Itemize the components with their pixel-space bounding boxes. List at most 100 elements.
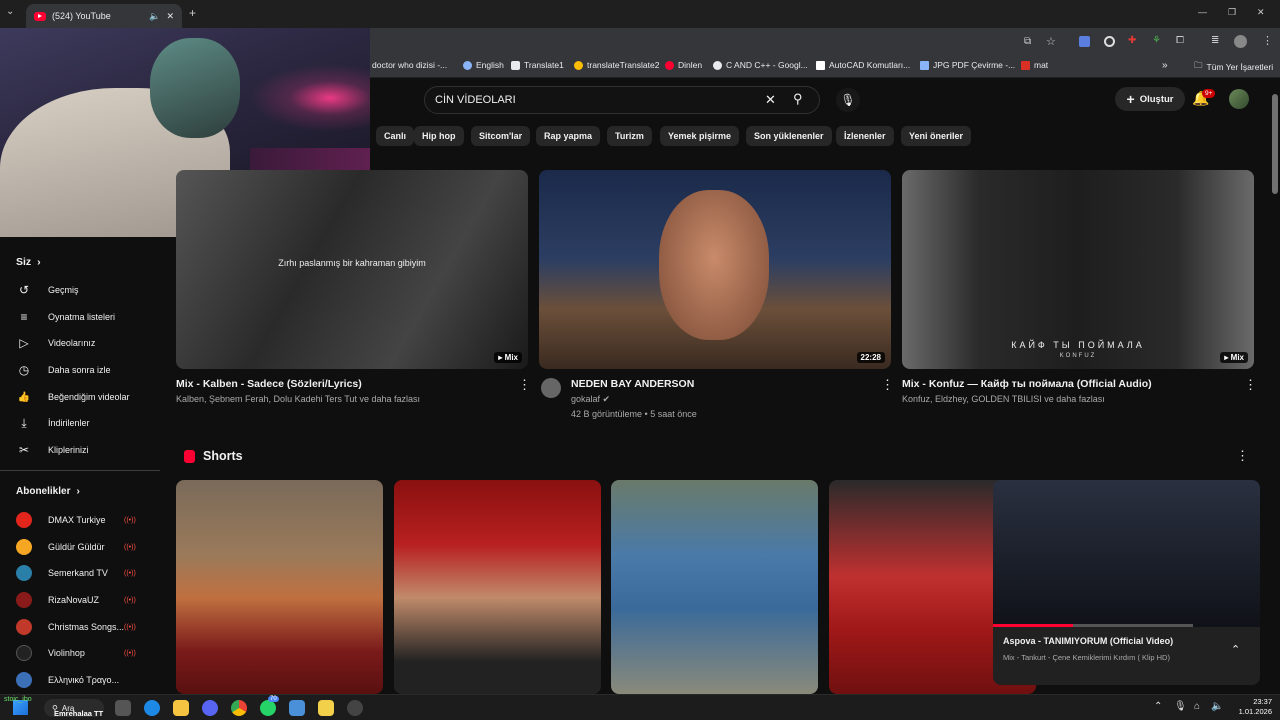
chip-live[interactable]: Canlı [376,126,415,146]
chip-cooking[interactable]: Yemek pişirme [660,126,740,146]
new-tab-button[interactable]: + [189,6,196,20]
voice-search-mic-icon[interactable]: 🎙 [836,88,860,112]
bookmarks-overflow-icon[interactable]: » [1162,60,1168,71]
channel-name[interactable]: gokalaf ✔ [571,394,610,405]
reading-list-icon[interactable]: ≣ [1211,35,1219,46]
search-icon[interactable]: ⚲ [793,91,803,107]
miniplayer-progress-track[interactable] [993,624,1193,627]
video-title[interactable]: NEDEN BAY ANDERSON [571,378,694,390]
search-input[interactable]: CİN VİDEOLARI [435,94,516,106]
chip-watched[interactable]: İzlenenler [836,126,894,146]
extensions-puzzle-icon[interactable]: ⧠ [1176,35,1184,46]
browser-menu-icon[interactable]: ⋮ [1262,34,1273,47]
short-thumbnail[interactable] [611,480,818,694]
tray-overflow-chevron-icon[interactable]: ⌃ [1154,701,1162,712]
discord-icon[interactable] [202,700,218,716]
chip-rap[interactable]: Rap yapma [536,126,601,146]
bookmark-item[interactable]: JPG PDF Çevirme -... [920,60,1015,70]
chip-sitcoms[interactable]: Sitcom'lar [471,126,531,146]
video-menu-icon[interactable]: ⋮ [881,377,894,393]
extension-icon[interactable] [1104,36,1115,47]
tab-list-chevron-icon[interactable]: ⌄ [6,6,14,17]
obs-icon[interactable] [347,700,363,716]
bookmark-item[interactable]: mat [1021,60,1048,70]
account-avatar[interactable] [1229,89,1249,109]
subscription-item[interactable]: Semerkand TV ((•)) [16,565,136,581]
live-indicator-icon: ((•)) [124,596,136,604]
channel-avatar[interactable] [541,378,561,398]
edge-browser-icon[interactable] [144,700,160,716]
profile-avatar[interactable] [1234,35,1247,48]
bookmark-item[interactable]: Translate1 [511,60,564,70]
chip-recently-uploaded[interactable]: Son yüklenenler [746,126,832,146]
minimize-button[interactable]: — [1198,7,1207,17]
video-menu-icon[interactable]: ⋮ [1244,377,1257,393]
whatsapp-icon[interactable] [260,700,276,716]
sidebar-item-playlists[interactable]: ≡ Oynatma listeleri [16,310,115,324]
file-explorer-icon[interactable] [173,700,189,716]
create-button[interactable]: + Oluştur [1115,87,1185,111]
microphone-tray-icon[interactable]: 🎙 [1174,701,1187,712]
sidebar-item-downloads[interactable]: ⤓ İndirilenler [16,416,89,430]
store-icon[interactable] [289,700,305,716]
chrome-icon[interactable] [231,700,247,716]
sidebar-item-history[interactable]: ↺ Geçmiş [16,283,79,297]
clear-search-icon[interactable]: ✕ [765,92,776,108]
clock-time[interactable]: 23:37 [1232,697,1272,706]
avatar [16,645,32,661]
bookmark-item[interactable]: English [463,60,504,70]
bookmark-label: C AND C++ - Googl... [726,60,808,70]
video-thumbnail[interactable]: Zırhı paslanmış bir kahraman gibiyim ▸ M… [176,170,528,369]
speaker-icon[interactable]: 🔈 [149,11,160,22]
video-thumbnail[interactable]: КАЙФ ТЫ ПОЙМАЛА KONFUZ ▸ Mix [902,170,1254,369]
subscription-item[interactable]: Christmas Songs... ((•)) [16,619,136,635]
shorts-menu-icon[interactable]: ⋮ [1236,448,1249,464]
page-scrollbar[interactable] [1270,80,1280,694]
bookmark-item[interactable]: AutoCAD Komutları... [816,60,910,70]
extension-red-icon[interactable]: ✚ [1128,35,1136,46]
clock-date[interactable]: 1.01.2026 [1222,707,1272,716]
chip-new-to-you[interactable]: Yeni öneriler [901,126,972,146]
subscriptions-heading[interactable]: Abonelikler › [16,486,80,497]
bookmark-item[interactable]: doctor who dizisi -... [372,60,447,70]
subscription-item[interactable]: RizaNovaUZ ((•)) [16,592,136,608]
sidebar-item-your-videos[interactable]: ▷ Videolarınız [16,336,95,350]
all-bookmarks-folder[interactable]: 🗀 Tüm Yer İşaretleri [1194,60,1273,74]
you-section-heading[interactable]: Siz › [16,256,41,268]
network-icon[interactable]: ⌂ [1194,701,1200,712]
chip-tourism[interactable]: Turizm [607,126,652,146]
bookmark-item[interactable]: translateTranslate2 [574,60,659,70]
maximize-button[interactable]: ❐ [1228,7,1236,18]
translate-extension-icon[interactable] [1079,36,1090,47]
short-thumbnail[interactable] [394,480,601,694]
miniplayer-title[interactable]: Aspova - TANIMIYORUM (Official Video) [1003,636,1173,646]
subscription-item[interactable]: DMAX Turkiye ((•)) [16,512,136,528]
expand-queue-chevron-up-icon[interactable]: ⌃ [1231,643,1240,656]
bookmark-star-icon[interactable]: ☆ [1046,35,1056,48]
notes-app-icon[interactable] [318,700,334,716]
short-thumbnail[interactable] [176,480,383,694]
close-window-button[interactable]: ✕ [1257,7,1265,18]
subscription-item[interactable]: Ελληνικό Τραγο... [16,672,119,688]
subscription-item[interactable]: Violinhop ((•)) [16,645,136,661]
sidebar-item-clips[interactable]: ✂ Kliplerinizi [16,443,89,457]
bookmark-item[interactable]: Dinlen [665,60,702,70]
task-view-icon[interactable] [115,700,131,716]
extension-green-icon[interactable]: ⚘ [1152,35,1161,46]
video-title[interactable]: Mix - Kalben - Sadece (Sözleri/Lyrics) [176,378,362,390]
video-title[interactable]: Mix - Konfuz — Кайф ты поймала (Official… [902,378,1152,390]
video-menu-icon[interactable]: ⋮ [518,377,531,393]
miniplayer[interactable]: Aspova - TANIMIYORUM (Official Video) Mi… [993,624,1260,685]
bookmark-item[interactable]: C AND C++ - Googl... [713,60,808,70]
tab-youtube[interactable]: (524) YouTube 🔈 ✕ [26,4,182,28]
chip-hip-hop[interactable]: Hip hop [414,126,464,146]
scrollbar-thumb[interactable] [1272,94,1278,194]
sidebar-item-liked-videos[interactable]: 👍 Beğendiğim videolar [16,390,130,404]
install-app-icon[interactable]: ⧉ [1024,36,1031,47]
search-box[interactable]: CİN VİDEOLARI ✕ ⚲ [424,86,820,114]
subscription-item[interactable]: Güldür Güldür ((•)) [16,539,136,555]
miniplayer-video[interactable] [993,480,1260,627]
sidebar-item-watch-later[interactable]: ◷ Daha sonra izle [16,363,111,377]
close-tab-icon[interactable]: ✕ [166,11,174,22]
video-thumbnail[interactable]: 22:28 [539,170,891,369]
